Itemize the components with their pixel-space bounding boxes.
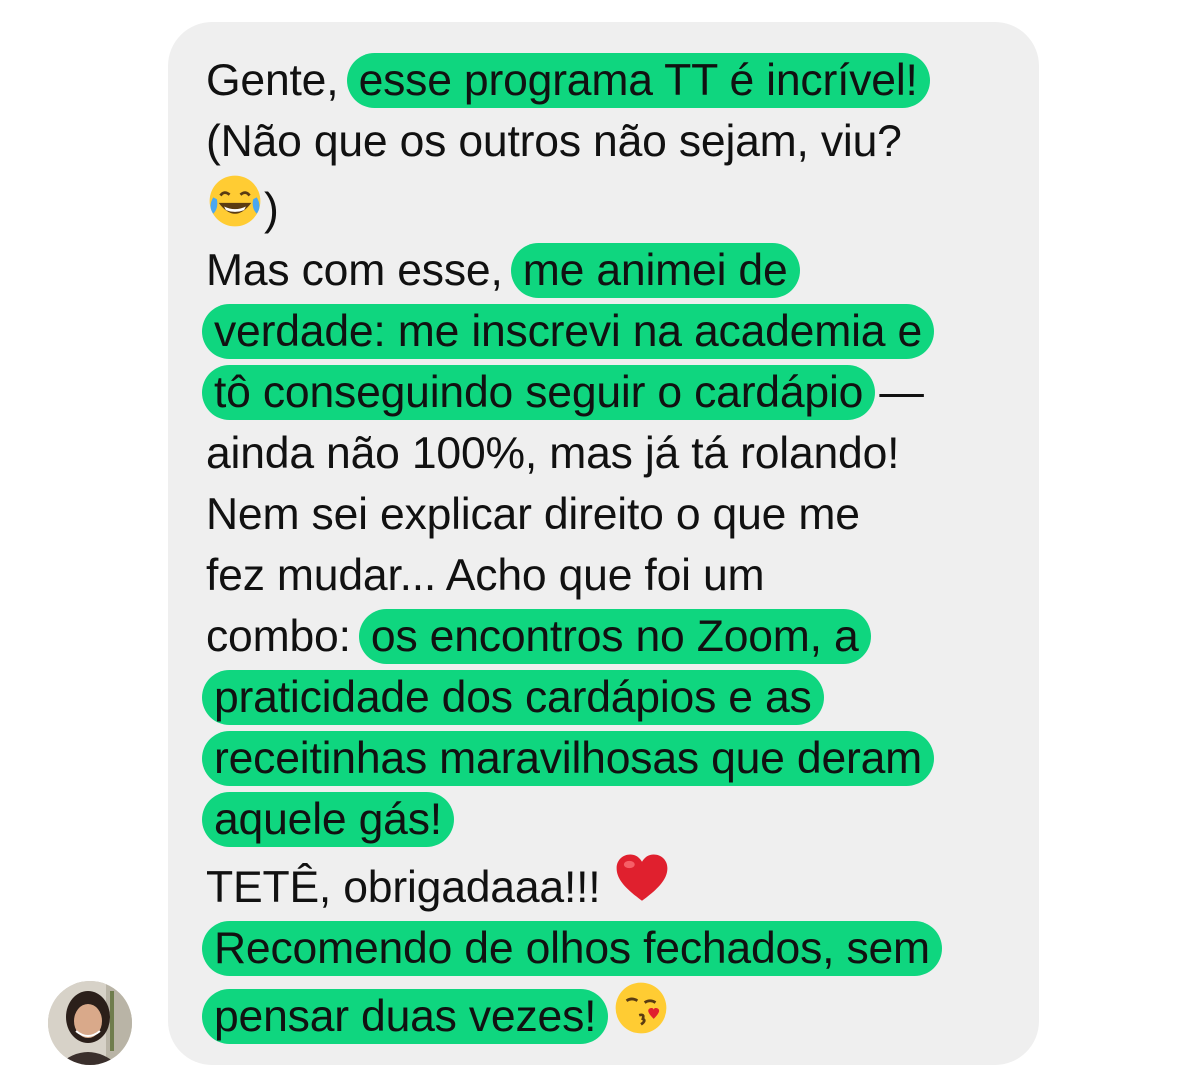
highlight-segment: os encontros no Zoom, a [358,609,871,664]
red-heart-emoji-icon [613,850,671,908]
highlight-segment: pensar duas vezes! [202,989,609,1044]
message-text: Gente, esse programa TT é incrível! (Não… [202,50,1026,1047]
text-segment: TETÊ, obrigadaaa!!! [206,863,613,912]
message-line: Mas com esse, me animei de [206,240,1026,301]
message-line: tô conseguindo seguir o cardápio — [202,362,1026,423]
avatar[interactable] [48,981,132,1065]
highlight-segment: praticidade dos cardápios e as [202,670,824,725]
message-line: Gente, esse programa TT é incrível! [206,50,1026,111]
message-line: praticidade dos cardápios e as [202,667,1026,728]
laughing-tears-emoji-icon [206,172,264,230]
message-line: aquele gás! [202,789,1026,850]
profile-photo-icon [48,981,132,1065]
message-line: fez mudar... Acho que foi um [206,545,1026,606]
message-line: Nem sei explicar direito o que me [206,484,1026,545]
highlight-segment: me animei de [510,243,800,298]
text-segment: — [867,368,924,417]
message-line: (Não que os outros não sejam, viu? [206,111,1026,172]
highlight-segment: tô conseguindo seguir o cardápio [202,365,876,420]
highlight-segment: aquele gás! [202,792,454,847]
text-segment: ainda não 100%, mas já tá rolando! [206,429,900,478]
message-line: Recomendo de olhos fechados, sem [202,918,1026,979]
message-line: combo: os encontros no Zoom, a [206,606,1026,667]
text-segment: combo: [206,612,363,661]
message-line: ) [206,172,1026,240]
text-segment: fez mudar... Acho que foi um [206,551,765,600]
highlight-segment: Recomendo de olhos fechados, sem [202,921,942,976]
message-line: pensar duas vezes! [202,979,1026,1047]
highlight-segment: verdade: me inscrevi na academia e [202,304,935,359]
message-line: verdade: me inscrevi na academia e [202,301,1026,362]
text-segment: ) [264,185,279,234]
text-segment: Nem sei explicar direito o que me [206,490,860,539]
highlight-segment: esse programa TT é incrível! [346,53,930,108]
text-segment: Gente, [206,56,351,105]
highlight-segment: receitinhas maravilhosas que deram [202,731,935,786]
text-segment: (Não que os outros não sejam, viu? [206,117,902,166]
message-line: receitinhas maravilhosas que deram [202,728,1026,789]
text-segment: Mas com esse, [206,246,515,295]
message-line: ainda não 100%, mas já tá rolando! [206,423,1026,484]
kissing-face-emoji-icon [612,979,670,1037]
message-line: TETÊ, obrigadaaa!!! [206,850,1026,918]
